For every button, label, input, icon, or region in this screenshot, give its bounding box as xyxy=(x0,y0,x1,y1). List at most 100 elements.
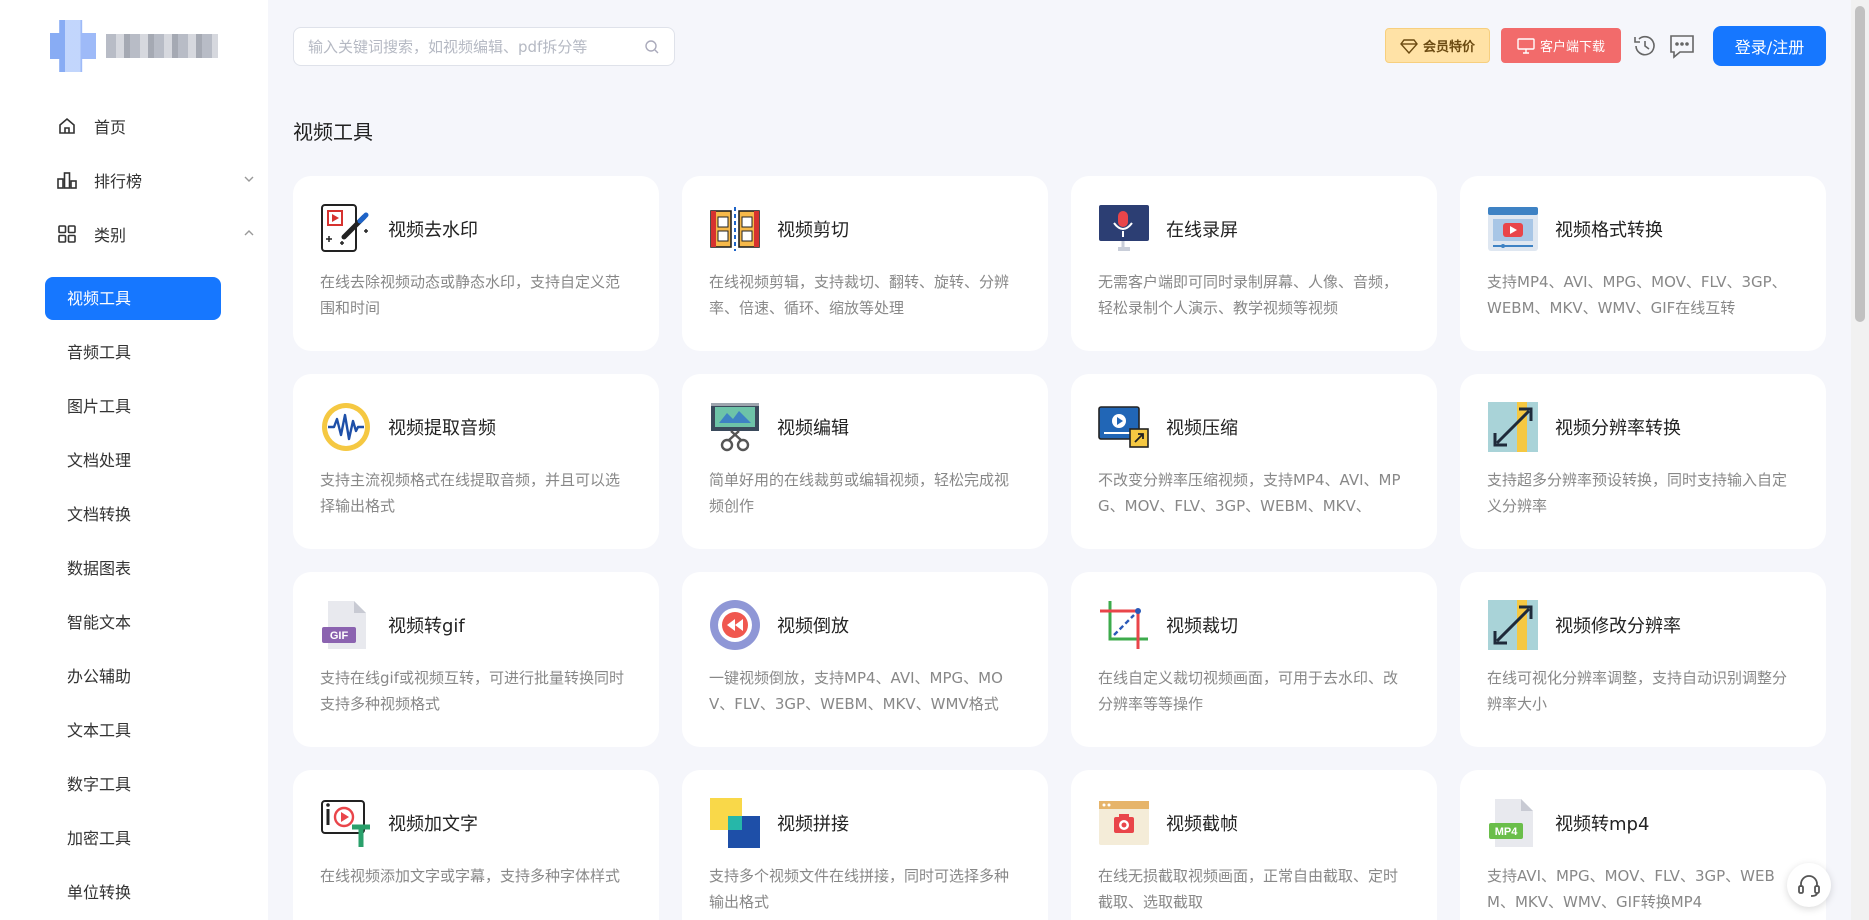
site-logo[interactable] xyxy=(50,20,220,72)
search-input[interactable] xyxy=(308,37,644,56)
bar-chart-icon xyxy=(56,169,78,191)
tool-card-video-edit[interactable]: 视频编辑 简单好用的在线裁剪或编辑视频，轻松完成视频创作 xyxy=(682,374,1048,549)
tool-card-video-to-gif[interactable]: GIF 视频转gif 支持在线gif或视频互转，可进行批量转换同时支持多种视频格… xyxy=(293,572,659,747)
tool-name: 视频格式转换 xyxy=(1555,220,1663,241)
tool-desc: 不改变分辨率压缩视频，支持MP4、AVI、MPG、MOV、FLV、3GP、WEB… xyxy=(1098,471,1401,515)
tool-card-video-to-mp4[interactable]: MP4 视频转mp4 支持AVI、MPG、MOV、FLV、3GP、WEBM、MK… xyxy=(1460,770,1826,920)
subnav-item-audio-tools[interactable]: 音频工具 xyxy=(45,331,221,374)
diamond-icon xyxy=(1400,38,1418,54)
client-download-button[interactable]: 客户端下载 xyxy=(1501,28,1621,63)
page-scrollbar[interactable] xyxy=(1851,0,1869,920)
tool-name: 视频转mp4 xyxy=(1555,814,1650,835)
tool-card-resolution-modify[interactable]: 视频修改分辨率 在线可视化分辨率调整，支持自动识别调整分辨率大小 xyxy=(1460,572,1826,747)
tool-name: 视频拼接 xyxy=(777,814,849,835)
subnav-item-document-conversion[interactable]: 文档转换 xyxy=(45,493,221,536)
tool-card-extract-audio[interactable]: 视频提取音频 支持主流视频格式在线提取音频，并且可以选择输出格式 xyxy=(293,374,659,549)
video-edit-icon xyxy=(711,403,759,452)
message-icon[interactable] xyxy=(1668,33,1696,59)
svg-text:MP4: MP4 xyxy=(1495,826,1519,838)
subnav-item-data-charts[interactable]: 数据图表 xyxy=(45,547,221,590)
subnav-item-video-tools[interactable]: 视频工具 xyxy=(45,277,221,320)
vip-offer-label: 会员特价 xyxy=(1422,40,1475,55)
category-subnav: 视频工具 音频工具 图片工具 文档处理 文档转换 数据图表 智能文本 办公辅助 … xyxy=(45,277,221,920)
tool-card-video-add-text[interactable]: 视频加文字 在线视频添加文字或字幕，支持多种字体样式 xyxy=(293,770,659,920)
tool-card-resolution-convert[interactable]: 视频分辨率转换 支持超多分辨率预设转换，同时支持输入自定义分辨率 xyxy=(1460,374,1826,549)
customer-service-button[interactable] xyxy=(1787,863,1831,907)
tool-desc: 一键视频倒放，支持MP4、AVI、MPG、MOV、FLV、3GP、WEBM、MK… xyxy=(709,669,1003,713)
tool-card-screen-record[interactable]: 在线录屏 无需客户端即可同时录制屏幕、人像、音频，轻松录制个人演示、教学视频等视… xyxy=(1071,176,1437,351)
login-register-button[interactable]: 登录/注册 xyxy=(1713,26,1826,66)
tool-desc: 无需客户端即可同时录制屏幕、人像、音频，轻松录制个人演示、教学视频等视频 xyxy=(1098,273,1399,317)
tool-desc: 在线自定义裁切视频画面，可用于去水印、改分辨率等等操作 xyxy=(1098,669,1399,713)
gif-file-icon: GIF xyxy=(322,601,366,649)
tool-name: 视频修改分辨率 xyxy=(1555,616,1681,637)
subnav-item-office-assist[interactable]: 办公辅助 xyxy=(45,655,221,698)
tool-name: 视频压缩 xyxy=(1166,418,1238,439)
section-title: 视频工具 xyxy=(293,120,373,144)
tool-name: 视频编辑 xyxy=(777,418,849,439)
tool-desc: 支持在线gif或视频互转，可进行批量转换同时支持多种视频格式 xyxy=(320,669,624,713)
home-icon xyxy=(56,115,78,137)
tool-card-frame-capture[interactable]: 视频截帧 在线无损截取视频画面，正常自由截取、定时截取、选取截取 xyxy=(1071,770,1437,920)
tool-name: 视频裁切 xyxy=(1166,616,1238,637)
chevron-up-icon xyxy=(244,230,254,236)
crop-icon xyxy=(1100,601,1148,649)
history-icon[interactable] xyxy=(1631,32,1659,60)
subnav-item-encryption-tools[interactable]: 加密工具 xyxy=(45,817,221,860)
mp4-file-icon: MP4 xyxy=(1489,799,1533,847)
nav-item-label: 类别 xyxy=(94,226,127,245)
tool-card-video-cut[interactable]: 视频剪切 在线视频剪辑，支持裁切、翻转、旋转、分辨率、倍速、循环、缩放等处理 xyxy=(682,176,1048,351)
tool-card-video-merge[interactable]: 视频拼接 支持多个视频文件在线拼接，同时可选择多种输出格式 xyxy=(682,770,1048,920)
vip-offer-button[interactable]: 会员特价 xyxy=(1385,28,1490,63)
subnav-item-document-processing[interactable]: 文档处理 xyxy=(45,439,221,482)
tool-card-video-compress[interactable]: 视频压缩 不改变分辨率压缩视频，支持MP4、AVI、MPG、MOV、FLV、3G… xyxy=(1071,374,1437,549)
video-compress-icon xyxy=(1098,406,1149,448)
tool-name: 视频提取音频 xyxy=(388,418,496,439)
tool-card-video-format-convert[interactable]: 视频格式转换 支持MP4、AVI、MPG、MOV、FLV、3GP、WEBM、MK… xyxy=(1460,176,1826,351)
search-icon[interactable] xyxy=(644,39,660,55)
tool-desc: 在线视频剪辑，支持裁切、翻转、旋转、分辨率、倍速、循环、缩放等处理 xyxy=(709,273,1010,317)
tool-grid: 视频去水印 在线去除视频动态或静态水印，支持自定义范围和时间 视频剪切 在线视频… xyxy=(293,176,1826,920)
tool-name: 视频分辨率转换 xyxy=(1555,418,1681,439)
subnav-item-text-tools[interactable]: 文本工具 xyxy=(45,709,221,752)
nav-item-ranking[interactable]: 排行榜 xyxy=(56,160,256,200)
tool-name: 视频转gif xyxy=(388,616,465,637)
tool-desc: 在线视频添加文字或字幕，支持多种字体样式 xyxy=(320,867,621,885)
subnav-item-image-tools[interactable]: 图片工具 xyxy=(45,385,221,428)
tool-name: 视频剪切 xyxy=(777,220,849,241)
tool-desc: 支持MP4、AVI、MPG、MOV、FLV、3GP、WEBM、MKV、WMV、G… xyxy=(1487,273,1787,317)
subnav-item-unit-conversion[interactable]: 单位转换 xyxy=(45,871,221,914)
tool-card-video-crop[interactable]: 视频裁切 在线自定义裁切视频画面，可用于去水印、改分辨率等等操作 xyxy=(1071,572,1437,747)
tool-desc: 支持主流视频格式在线提取音频，并且可以选择输出格式 xyxy=(320,471,621,515)
resolution-icon xyxy=(1488,600,1538,650)
nav-item-home[interactable]: 首页 xyxy=(56,106,256,146)
logo-text-blurred xyxy=(106,34,218,58)
tool-name: 视频去水印 xyxy=(388,220,478,241)
sidebar: 首页 排行榜 类别 视频工具 音频工具 图片工具 文档处理 文档转换 数据图表 … xyxy=(0,0,268,920)
subnav-item-number-tools[interactable]: 数字工具 xyxy=(45,763,221,806)
tool-card-video-watermark-remove[interactable]: 视频去水印 在线去除视频动态或静态水印，支持自定义范围和时间 xyxy=(293,176,659,351)
subnav-item-smart-text[interactable]: 智能文本 xyxy=(45,601,221,644)
tool-name: 视频倒放 xyxy=(777,616,849,637)
tool-name: 在线录屏 xyxy=(1166,220,1238,241)
nav-item-label: 排行榜 xyxy=(94,172,143,191)
svg-text:GIF: GIF xyxy=(330,630,349,642)
nav-item-label: 首页 xyxy=(94,118,127,137)
video-convert-icon xyxy=(1488,207,1538,251)
tool-desc: 简单好用的在线裁剪或编辑视频，轻松完成视频创作 xyxy=(709,471,1010,515)
chevron-down-icon xyxy=(244,176,254,182)
scrollbar-thumb[interactable] xyxy=(1855,6,1865,322)
client-download-label: 客户端下载 xyxy=(1539,40,1605,55)
monitor-icon xyxy=(1517,37,1535,54)
grid-icon xyxy=(56,223,78,245)
search-box xyxy=(293,27,675,66)
resolution-icon xyxy=(1488,402,1538,452)
nav-item-category[interactable]: 类别 xyxy=(56,214,256,254)
logo-mark xyxy=(50,20,96,72)
tool-desc: 在线可视化分辨率调整，支持自动识别调整分辨率大小 xyxy=(1487,669,1788,713)
tool-card-video-reverse[interactable]: 视频倒放 一键视频倒放，支持MP4、AVI、MPG、MOV、FLV、3GP、WE… xyxy=(682,572,1048,747)
tool-name: 视频截帧 xyxy=(1166,814,1238,835)
tool-desc: 支持超多分辨率预设转换，同时支持输入自定义分辨率 xyxy=(1487,471,1788,515)
frame-capture-icon xyxy=(1099,801,1149,845)
rewind-icon xyxy=(710,600,760,650)
